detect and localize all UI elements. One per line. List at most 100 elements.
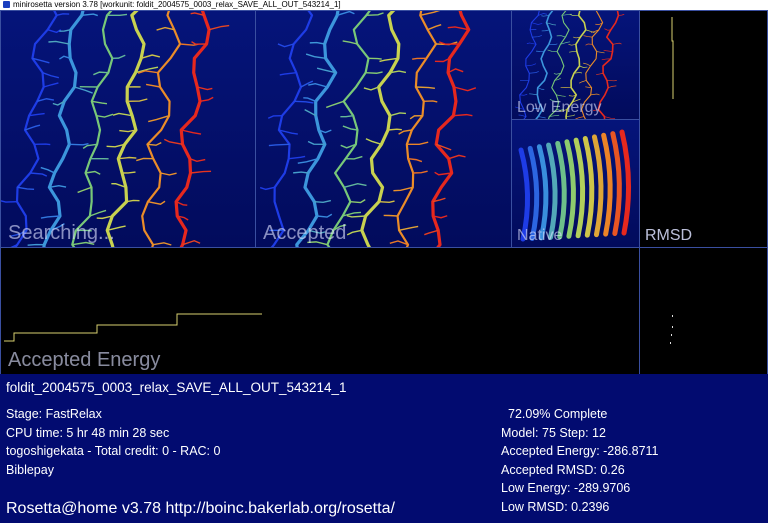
side-chain xyxy=(342,125,358,131)
side-chain xyxy=(608,85,617,88)
helix-ribbon xyxy=(619,129,632,236)
backbone-strand xyxy=(141,11,182,247)
side-chain xyxy=(140,54,161,60)
side-chain xyxy=(583,35,593,38)
side-chain xyxy=(267,114,283,119)
accepted-structure-view xyxy=(259,11,477,247)
side-chain xyxy=(156,26,175,31)
side-chain xyxy=(604,28,611,31)
side-chain xyxy=(48,40,70,45)
side-chain xyxy=(182,240,201,246)
backbone-strand xyxy=(42,11,85,247)
side-chain xyxy=(569,51,577,53)
helix-ribbon xyxy=(518,147,530,242)
side-chain xyxy=(579,65,588,68)
helix-ribbon xyxy=(591,134,604,238)
side-chain xyxy=(160,172,177,176)
helix-ribbon xyxy=(610,131,622,237)
side-chain xyxy=(288,155,306,160)
helix-ribbon xyxy=(536,144,549,241)
helix-ribbon xyxy=(601,132,613,237)
side-chain xyxy=(96,113,114,118)
searching-label: Searching... xyxy=(8,222,115,244)
backbone-strand xyxy=(396,11,438,247)
side-chain xyxy=(81,13,98,17)
side-chain xyxy=(585,29,595,34)
side-chain xyxy=(579,80,587,84)
side-chain xyxy=(17,186,35,191)
side-chain xyxy=(590,93,600,96)
side-chain xyxy=(208,24,230,31)
helix-ribbon xyxy=(546,142,558,240)
side-chain xyxy=(413,170,428,174)
side-chain xyxy=(427,24,442,31)
side-chain xyxy=(526,42,537,45)
helix-ribbon xyxy=(582,136,595,238)
side-chain xyxy=(408,157,423,163)
side-chain xyxy=(136,157,154,162)
side-chain xyxy=(303,97,316,102)
status-panel: foldit_2004575_0003_relax_SAVE_ALL_OUT_5… xyxy=(0,374,768,523)
side-chain xyxy=(393,186,413,192)
side-chain xyxy=(532,35,542,38)
side-chain xyxy=(603,49,613,52)
backbone-strand xyxy=(295,11,340,247)
side-chain xyxy=(190,170,212,174)
cpu-time-text: CPU time: 5 hr 48 min 28 sec xyxy=(6,426,170,440)
side-chain xyxy=(383,214,398,217)
side-chain xyxy=(145,83,161,88)
side-chain xyxy=(122,171,136,174)
side-chain xyxy=(268,143,290,147)
searching-structure-view xyxy=(1,11,230,247)
accepted-energy-label: Accepted Energy xyxy=(8,349,161,371)
side-chain xyxy=(378,200,395,204)
side-chain xyxy=(77,186,92,194)
low-energy-text: Low Energy: -289.9706 xyxy=(501,481,631,495)
side-chain xyxy=(525,63,537,67)
side-chain xyxy=(314,199,332,203)
side-chain xyxy=(304,109,317,117)
progress-text: 72.09% Complete xyxy=(508,407,608,421)
helix-ribbon xyxy=(527,145,540,241)
accepted-energy-panel: Accepted Energy xyxy=(0,247,640,375)
backbone-strand xyxy=(14,11,58,247)
side-chain xyxy=(398,225,419,232)
side-chain xyxy=(308,83,328,88)
side-chain xyxy=(294,100,314,104)
rmsd-point xyxy=(671,334,672,336)
side-chain xyxy=(448,154,466,160)
side-chain xyxy=(326,100,344,109)
side-chain xyxy=(118,156,137,160)
side-chain xyxy=(368,57,382,60)
side-chain xyxy=(389,112,407,117)
side-chain xyxy=(56,13,70,17)
rmsd-label: RMSD xyxy=(645,227,693,244)
side-chain xyxy=(28,112,45,117)
side-chain xyxy=(423,100,438,103)
low-energy-label: Low Energy xyxy=(517,99,602,116)
helix-ribbon xyxy=(564,139,576,239)
accepted-label: Accepted xyxy=(263,222,347,244)
rmsd-trace-line xyxy=(671,17,674,99)
side-chain xyxy=(343,183,367,189)
window-titlebar: minirosetta version 3.78 [workunit: fold… xyxy=(0,0,768,10)
side-chain xyxy=(197,86,213,91)
side-chain xyxy=(127,98,148,103)
side-chain xyxy=(556,94,566,97)
side-chain xyxy=(342,40,358,45)
app-icon xyxy=(3,1,10,8)
backbone-strand xyxy=(105,11,146,247)
side-chain xyxy=(387,128,402,131)
side-chain xyxy=(107,13,128,17)
side-chain xyxy=(612,42,622,45)
side-chain xyxy=(40,166,55,174)
searching-panel: Searching... xyxy=(0,10,256,248)
side-chain xyxy=(152,242,172,246)
side-chain xyxy=(556,35,566,38)
side-chain xyxy=(531,22,543,25)
stage-text: Stage: FastRelax xyxy=(6,407,102,421)
side-chain xyxy=(89,209,107,217)
side-chain xyxy=(541,29,550,32)
window-title: minirosetta version 3.78 [workunit: fold… xyxy=(13,0,341,9)
energy-vs-rmsd-panel xyxy=(639,247,768,375)
